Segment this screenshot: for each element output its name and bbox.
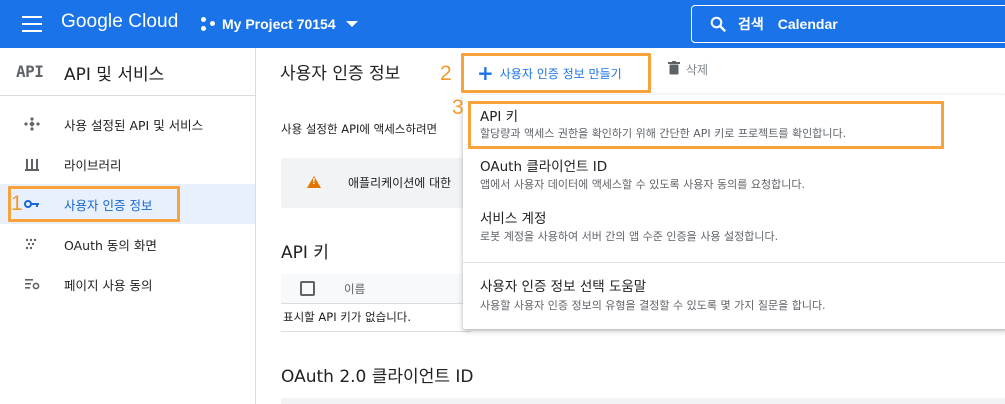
search-input[interactable]: Calendar xyxy=(778,16,838,32)
step-number-1: 1 xyxy=(11,192,23,215)
api-keys-empty-message: 표시할 API 키가 없습니다. xyxy=(283,310,412,324)
select-all-checkbox[interactable] xyxy=(300,281,315,296)
step-number-3: 3 xyxy=(452,96,464,119)
sidebar-title: API 및 서비스 xyxy=(64,65,165,85)
menu-item-title: OAuth 클라이언트 ID xyxy=(480,159,608,175)
search-icon xyxy=(710,16,726,32)
menu-item-subtitle: 앱에서 사용자 데이터에 액세스할 수 있도록 사용자 동의를 요청합니다. xyxy=(480,178,805,191)
sidebar-item-library[interactable]: 라이브러리 xyxy=(0,144,255,184)
oauth-table-header xyxy=(281,398,1005,404)
menu-item-title: 사용자 인증 정보 선택 도움말 xyxy=(480,279,647,295)
library-icon xyxy=(24,157,40,171)
chevron-down-icon xyxy=(345,21,358,27)
sidebar: API API 및 서비스 사용 설정된 API 및 서비스 라이브러리 사용자… xyxy=(0,48,256,404)
sidebar-item-label: 사용 설정된 API 및 서비스 xyxy=(64,118,204,133)
column-header-name[interactable]: 이름 xyxy=(344,281,365,297)
settings-list-icon xyxy=(24,277,40,291)
sidebar-item-oauth-consent[interactable]: OAuth 동의 화면 xyxy=(0,224,255,264)
sidebar-item-page-usage[interactable]: 페이지 사용 동의 xyxy=(0,264,255,304)
warning-text: 애플리케이션에 대한 xyxy=(348,176,452,190)
sidebar-header: API API 및 서비스 xyxy=(0,48,255,96)
page-title: 사용자 인증 정보 xyxy=(280,64,401,84)
api-logo: API xyxy=(16,62,44,81)
menu-item-subtitle: 로봇 계정을 사용하여 서버 간의 앱 수준 인증을 사용 설정합니다. xyxy=(480,230,779,243)
top-app-bar: Google Cloud My Project 70154 검색 Calenda… xyxy=(0,0,1005,48)
credentials-description: 사용 설정한 API에 액세스하려면 xyxy=(281,122,438,136)
highlight-credentials-item xyxy=(8,186,180,222)
menu-icon[interactable] xyxy=(22,16,42,32)
project-name: My Project 70154 xyxy=(222,16,336,32)
menu-item-title: 서비스 계정 xyxy=(480,211,547,227)
search-label: 검색 xyxy=(738,17,764,33)
oauth-clients-title: OAuth 2.0 클라이언트 ID xyxy=(281,367,474,387)
apps-diamond-icon xyxy=(24,117,40,131)
trash-icon xyxy=(668,60,680,79)
api-keys-title: API 키 xyxy=(281,243,329,263)
google-cloud-logo[interactable]: Google Cloud xyxy=(61,11,178,33)
sidebar-item-label: 페이지 사용 동의 xyxy=(64,278,153,293)
highlight-api-key-option xyxy=(468,101,944,149)
warning-icon xyxy=(307,176,321,188)
project-icon xyxy=(200,16,216,32)
menu-divider xyxy=(463,262,1005,263)
sidebar-item-label: 라이브러리 xyxy=(64,158,122,173)
dots-grid-icon xyxy=(24,237,40,251)
menu-item-oauth-client-id[interactable]: OAuth 클라이언트 ID 앱에서 사용자 데이터에 액세스할 수 있도록 사… xyxy=(463,151,1005,203)
step-number-2: 2 xyxy=(440,62,452,85)
sidebar-item-enabled-apis[interactable]: 사용 설정된 API 및 서비스 xyxy=(0,104,255,144)
delete-button[interactable]: 삭제 xyxy=(668,60,708,79)
project-selector[interactable]: My Project 70154 xyxy=(200,11,358,37)
highlight-create-button xyxy=(461,53,651,93)
menu-item-subtitle: 사용할 사용자 인증 정보의 유형을 결정할 수 있도록 몇 가지 질문을 합니… xyxy=(480,299,826,312)
menu-item-help-me-choose[interactable]: 사용자 인증 정보 선택 도움말 사용할 사용자 인증 정보의 유형을 결정할 … xyxy=(463,271,1005,323)
sidebar-item-label: OAuth 동의 화면 xyxy=(64,238,157,253)
menu-item-service-account[interactable]: 서비스 계정 로봇 계정을 사용하여 서버 간의 앱 수준 인증을 사용 설정합… xyxy=(463,203,1005,255)
section-divider xyxy=(281,331,471,332)
delete-label: 삭제 xyxy=(686,63,709,77)
search-bar[interactable]: 검색 Calendar xyxy=(691,5,1005,43)
